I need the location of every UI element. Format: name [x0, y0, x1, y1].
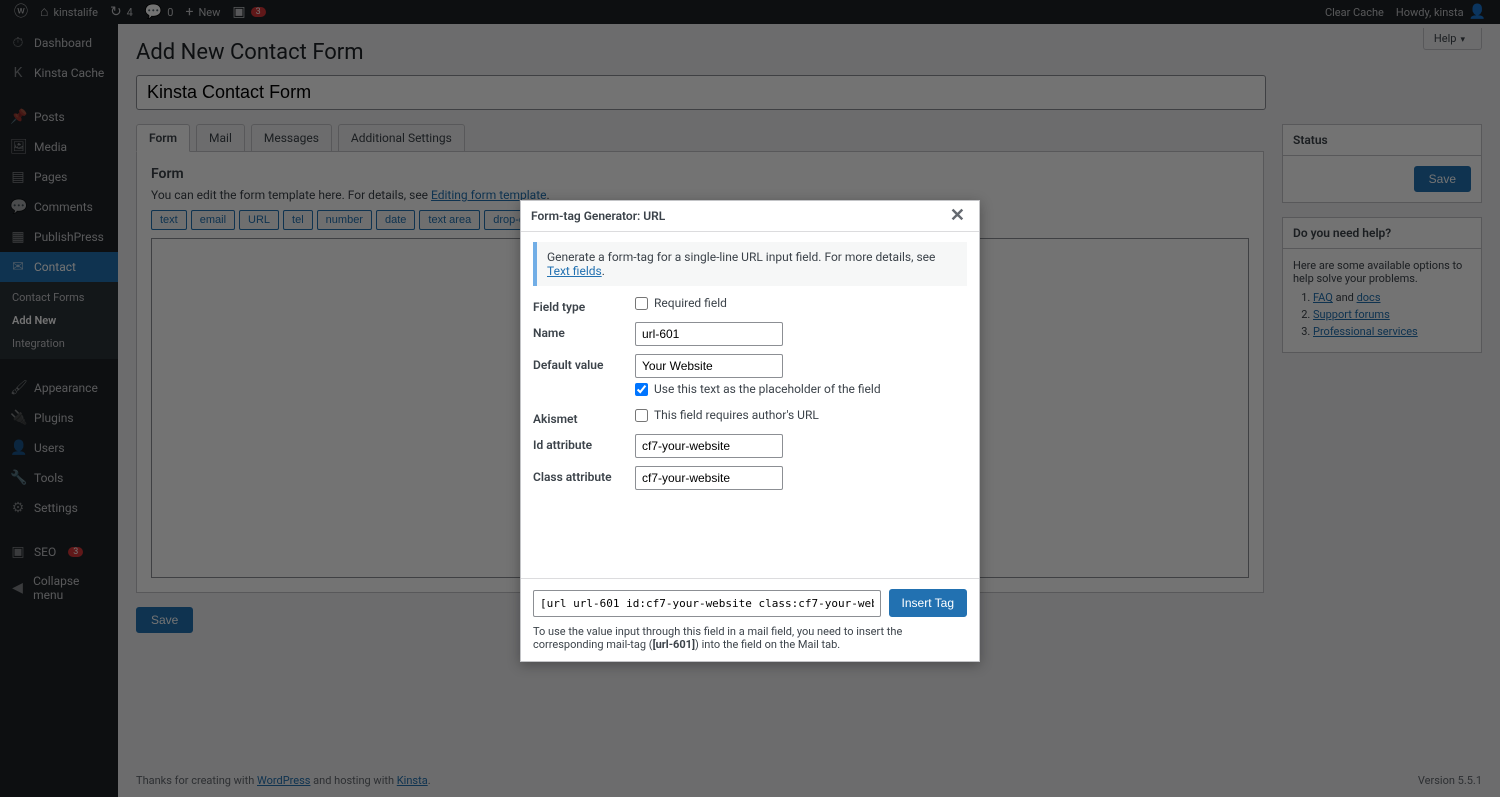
id-attr-input[interactable]: [635, 434, 783, 458]
modal-info: Generate a form-tag for a single-line UR…: [533, 242, 967, 286]
required-label: Required field: [654, 296, 727, 310]
modal-close-button[interactable]: ✕: [946, 207, 969, 225]
default-value-label: Default value: [533, 354, 635, 372]
placeholder-row[interactable]: Use this text as the placeholder of the …: [635, 382, 967, 396]
field-type-label: Field type: [533, 296, 635, 314]
default-value-input[interactable]: [635, 354, 783, 378]
akismet-check-label: This field requires author's URL: [654, 408, 819, 422]
name-input[interactable]: [635, 322, 783, 346]
id-attr-label: Id attribute: [533, 434, 635, 452]
akismet-checkbox[interactable]: [635, 409, 648, 422]
name-label: Name: [533, 322, 635, 340]
akismet-row[interactable]: This field requires author's URL: [635, 408, 967, 422]
placeholder-checkbox[interactable]: [635, 383, 648, 396]
text-fields-link[interactable]: Text fields: [547, 264, 602, 278]
akismet-label: Akismet: [533, 408, 635, 426]
insert-tag-button[interactable]: Insert Tag: [889, 589, 967, 617]
tag-output[interactable]: [533, 590, 881, 617]
required-checkbox[interactable]: [635, 297, 648, 310]
placeholder-label: Use this text as the placeholder of the …: [654, 382, 881, 396]
modal-note: To use the value input through this fiel…: [533, 625, 967, 651]
modal-title: Form-tag Generator: URL: [531, 209, 665, 223]
class-attr-input[interactable]: [635, 466, 783, 490]
required-field-row[interactable]: Required field: [635, 296, 967, 310]
class-attr-label: Class attribute: [533, 466, 635, 484]
form-tag-generator-modal: Form-tag Generator: URL ✕ Generate a for…: [520, 200, 980, 662]
